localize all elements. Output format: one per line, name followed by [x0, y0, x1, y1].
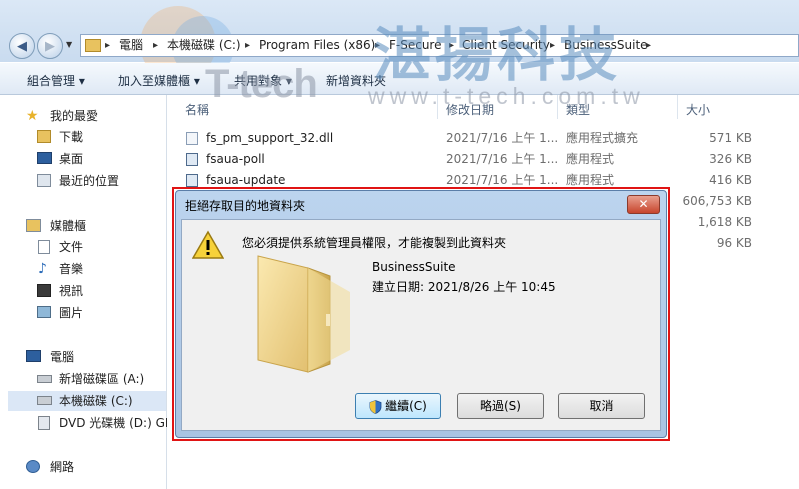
sidebar-item-label: 電腦 — [50, 350, 75, 364]
chevron-right-icon[interactable]: ▸ — [105, 35, 110, 56]
sidebar-item-recent[interactable]: 最近的位置 — [37, 171, 119, 191]
sidebar-item-network[interactable]: 網路 — [26, 457, 74, 477]
sidebar-item-label: 文件 — [59, 240, 84, 254]
continue-label: 繼續(C) — [385, 399, 427, 413]
chevron-right-icon[interactable]: ▸ — [646, 35, 651, 56]
sidebar-item-label: 最近的位置 — [59, 174, 120, 188]
dll-file-icon — [186, 132, 198, 145]
forward-button[interactable]: ▶ — [37, 33, 63, 59]
sidebar-item-label: 我的最愛 — [50, 109, 99, 123]
application-icon — [186, 174, 198, 187]
close-button[interactable]: ✕ — [627, 195, 660, 214]
sidebar-item-label: 音樂 — [59, 262, 84, 276]
file-size: 1,618 KB — [697, 215, 752, 229]
chevron-right-icon[interactable]: ▸ — [153, 35, 158, 56]
forward-arrow-icon: ▶ — [45, 38, 55, 54]
pictures-icon — [37, 306, 51, 318]
library-icon — [26, 219, 41, 232]
warning-icon — [192, 230, 224, 259]
file-type: 應用程式擴充 — [566, 131, 639, 145]
item-created-date: 建立日期: 2021/8/26 上午 10:45 — [372, 280, 556, 294]
sidebar-item-label: DVD 光碟機 (D:) GR — [59, 416, 174, 430]
breadcrumb-program-files[interactable]: Program Files (x86) — [259, 35, 375, 56]
sidebar-item-drive-a[interactable]: 新增磁碟區 (A:) — [37, 369, 144, 389]
sidebar-item-label: 本機磁碟 (C:) — [59, 394, 133, 408]
file-size: 326 KB — [709, 152, 752, 166]
downloads-folder-icon — [37, 130, 51, 143]
sidebar-item-label: 圖片 — [59, 306, 84, 320]
sidebar-item-label: 網路 — [50, 460, 75, 474]
skip-button[interactable]: 略過(S) — [457, 393, 544, 419]
sidebar-item-videos[interactable]: 視訊 — [37, 281, 83, 301]
column-header-size[interactable]: 大小 — [686, 101, 710, 118]
file-size: 416 KB — [709, 173, 752, 187]
organize-button[interactable]: 組合管理 ▾ — [27, 72, 85, 89]
back-arrow-icon: ◀ — [17, 38, 27, 54]
windows-drive-icon — [37, 396, 52, 405]
include-in-library-button[interactable]: 加入至媒體櫃 ▾ — [118, 72, 200, 89]
file-date: 2021/7/16 上午 1... — [446, 131, 559, 145]
sidebar-item-documents[interactable]: 文件 — [37, 237, 83, 257]
sidebar-item-drive-c[interactable]: 本機磁碟 (C:) — [8, 391, 166, 411]
sidebar-item-music[interactable]: ♪ 音樂 — [37, 259, 83, 279]
video-film-icon — [37, 284, 51, 297]
star-icon: ★ — [26, 108, 39, 124]
drive-icon — [37, 375, 52, 383]
sidebar-item-label: 新增磁碟區 (A:) — [59, 372, 145, 386]
watermark-title: 湛揚科技 — [373, 21, 622, 89]
sidebar-item-desktop[interactable]: 桌面 — [37, 149, 83, 169]
file-date: 2021/7/16 上午 1... — [446, 152, 559, 166]
file-type: 應用程式 — [566, 152, 615, 166]
music-note-icon: ♪ — [38, 261, 47, 277]
file-name: fs_pm_support_32.dll — [206, 131, 334, 145]
table-row[interactable]: fs_pm_support_32.dll 2021/7/16 上午 1... 應… — [167, 128, 799, 149]
desktop-icon — [37, 152, 52, 164]
sidebar-item-computer[interactable]: 電腦 — [26, 347, 74, 367]
watermark-url: www.t-tech.com.tw — [368, 83, 645, 109]
dialog-message: 您必須提供系統管理員權限，才能複製到此資料夾 — [242, 236, 507, 250]
access-denied-dialog: 拒絕存取目的地資料夾 ✕ 您必須提供系統管理員權限，才能複製到此資料夾 Busi… — [175, 190, 667, 438]
chevron-right-icon[interactable]: ▸ — [245, 35, 250, 56]
file-size: 96 KB — [716, 236, 752, 250]
sidebar-item-favorites[interactable]: ★ 我的最愛 — [26, 106, 98, 126]
navigation-pane: ★ 我的最愛 下載 桌面 最近的位置 媒體櫃 文件 ♪ 音樂 視訊 圖片 電腦 … — [0, 95, 173, 489]
network-icon — [26, 460, 40, 473]
back-button[interactable]: ◀ — [9, 33, 35, 59]
continue-button[interactable]: 繼續(C) — [355, 393, 441, 419]
dialog-title: 拒絕存取目的地資料夾 — [185, 199, 306, 213]
sidebar-item-label: 媒體櫃 — [50, 219, 87, 233]
file-name: fsaua-poll — [206, 152, 265, 166]
documents-icon — [38, 240, 50, 254]
application-icon — [186, 153, 198, 166]
watermark-brand: T-tech — [205, 62, 318, 106]
column-divider[interactable] — [677, 95, 678, 119]
breadcrumb-drive-c[interactable]: 本機磁碟 (C:) — [167, 35, 241, 56]
recent-places-icon — [37, 174, 51, 187]
cancel-button[interactable]: 取消 — [558, 393, 645, 419]
sidebar-item-label: 視訊 — [59, 284, 84, 298]
dialog-body: 您必須提供系統管理員權限，才能複製到此資料夾 BusinessSuite 建立日… — [181, 219, 661, 431]
sidebar-item-drive-d[interactable]: DVD 光碟機 (D:) GR — [37, 413, 173, 433]
folder-icon — [85, 39, 101, 52]
file-size: 571 KB — [709, 131, 752, 145]
sidebar-item-label: 下載 — [59, 130, 84, 144]
sidebar-item-libraries[interactable]: 媒體櫃 — [26, 216, 86, 236]
file-size: 606,753 KB — [682, 194, 752, 208]
folder-icon — [257, 255, 350, 373]
sidebar-item-downloads[interactable]: 下載 — [37, 127, 83, 147]
uac-shield-icon — [369, 399, 382, 414]
table-row[interactable]: fsaua-poll 2021/7/16 上午 1... 應用程式 326 KB — [167, 149, 799, 170]
sidebar-item-pictures[interactable]: 圖片 — [37, 303, 83, 323]
computer-icon — [26, 350, 41, 362]
dvd-drive-icon — [38, 416, 50, 430]
sidebar-item-label: 桌面 — [59, 152, 84, 166]
item-name: BusinessSuite — [372, 260, 456, 274]
breadcrumb-computer[interactable]: 電腦 — [119, 35, 143, 56]
history-dropdown-button[interactable]: ▼ — [66, 40, 72, 49]
